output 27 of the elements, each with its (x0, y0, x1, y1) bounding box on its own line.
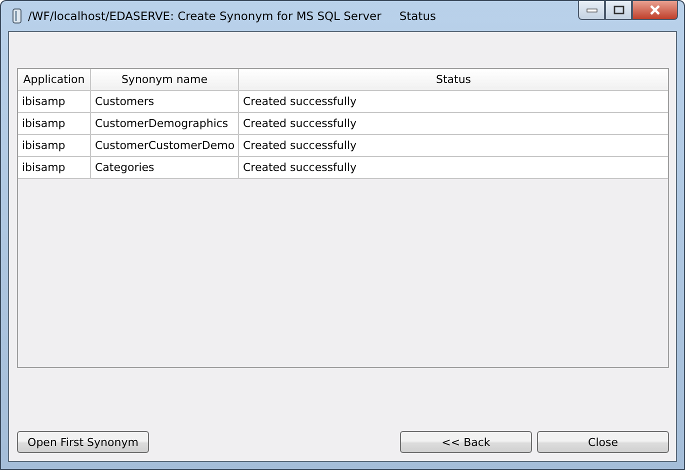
table-cell: CustomerDemographics (91, 113, 239, 135)
close-dialog-button[interactable]: Close (537, 431, 669, 453)
document-icon (12, 8, 22, 24)
maximize-icon (612, 5, 624, 15)
table-cell: Created successfully (239, 135, 668, 157)
table-cell: Categories (91, 157, 239, 179)
table-cell: Customers (91, 91, 239, 113)
minimize-button[interactable] (578, 1, 605, 20)
column-header[interactable]: Application (18, 69, 91, 91)
table-cell: Created successfully (239, 113, 668, 135)
table-cell: ibisamp (18, 135, 91, 157)
close-icon (648, 5, 662, 15)
table-cell: CustomerCustomerDemo (91, 135, 239, 157)
table-cell: ibisamp (18, 157, 91, 179)
minimize-icon (586, 7, 598, 13)
table-cell: Created successfully (239, 157, 668, 179)
column-header[interactable]: Synonym name (91, 69, 239, 91)
close-button[interactable] (632, 1, 678, 20)
table-cell: ibisamp (18, 91, 91, 113)
back-button[interactable]: << Back (400, 431, 532, 453)
column-header[interactable]: Status (239, 69, 668, 91)
open-synonym-button[interactable]: Open First Synonym (17, 431, 149, 453)
window-title: /WF/localhost/EDASERVE: Create Synonym for MS SQL Server (28, 9, 382, 23)
window-subtitle: Status (399, 9, 436, 23)
table-cell: ibisamp (18, 113, 91, 135)
maximize-button[interactable] (605, 1, 632, 20)
table-cell: Created successfully (239, 91, 668, 113)
